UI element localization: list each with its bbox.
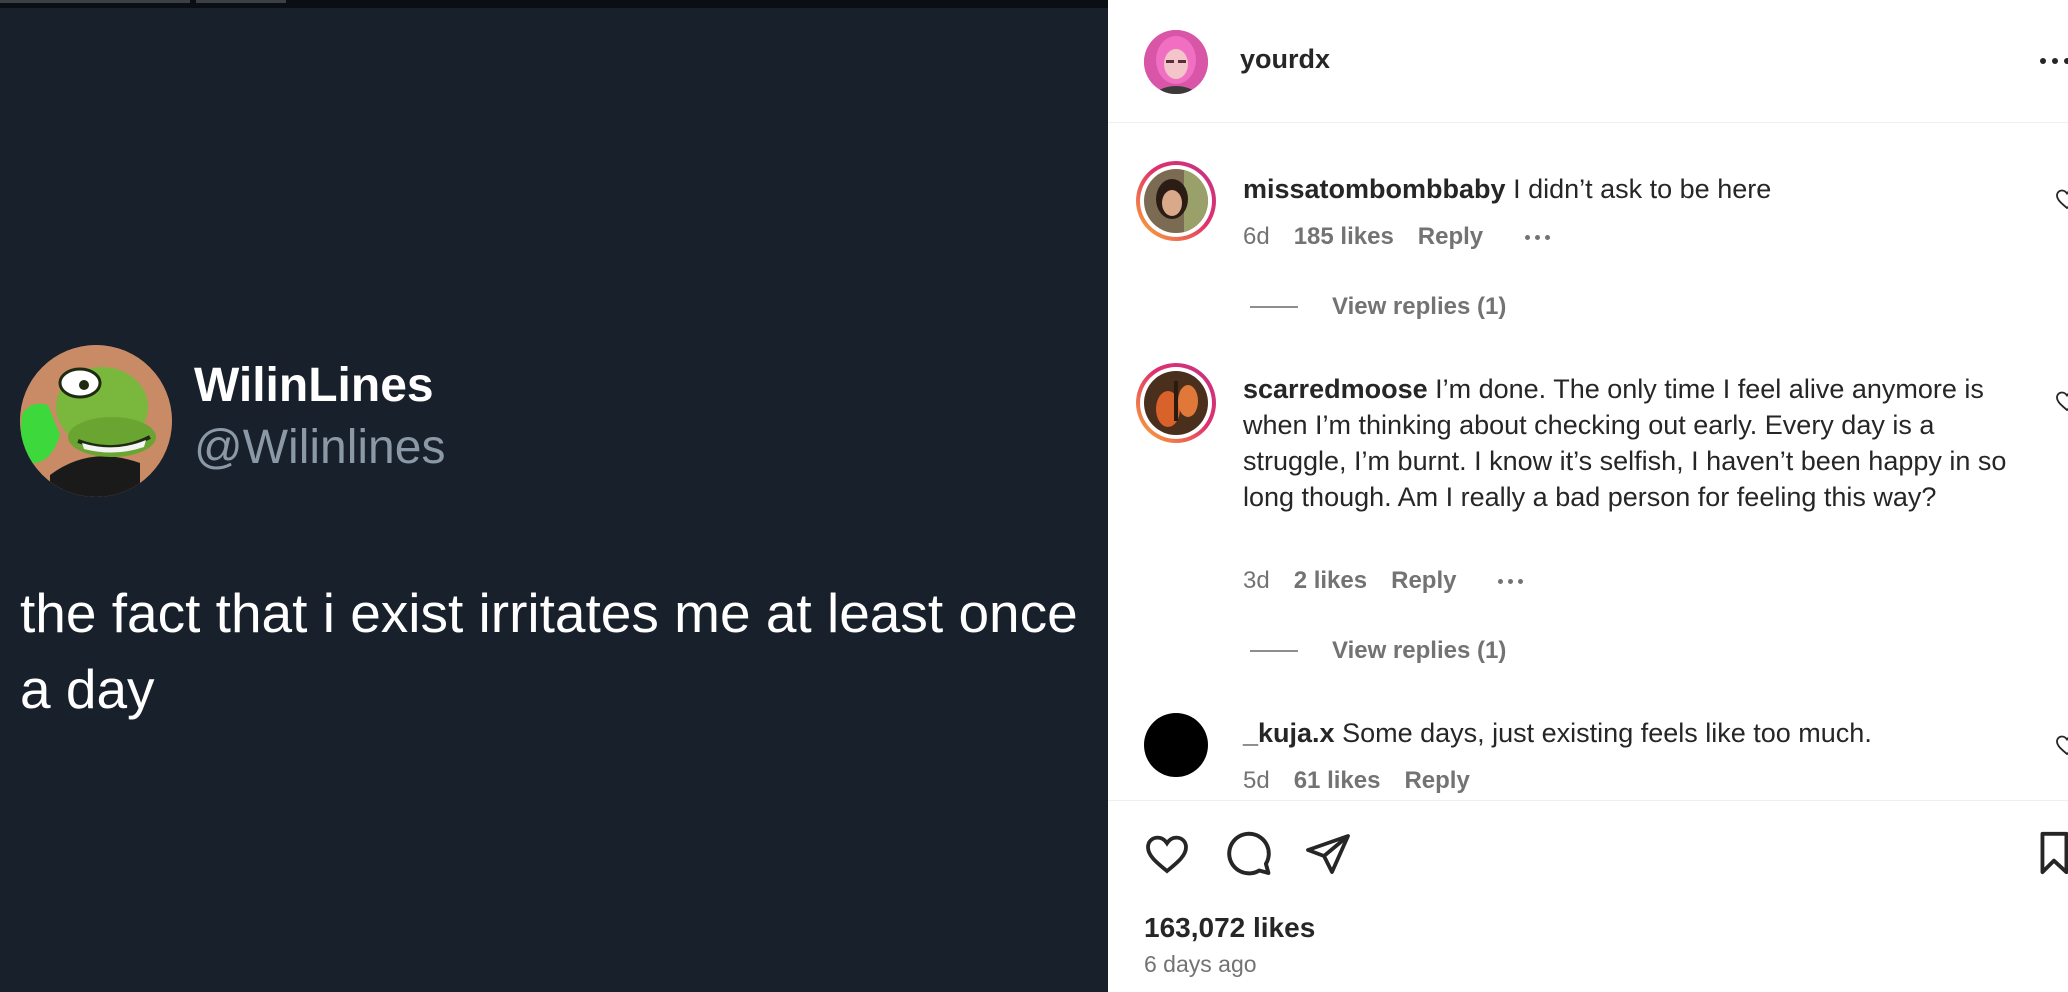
comment-age: 5d (1243, 767, 1270, 794)
comment-avatar-2[interactable] (1136, 363, 1216, 443)
owner-username[interactable]: yourdx (1240, 44, 1330, 75)
post-side-panel: yourdx missatombombbaby I didn’t ask to … (1108, 0, 2068, 992)
comment-body: scarredmoose I’m done. The only time I f… (1243, 371, 2033, 515)
tweet-display-name: WilinLines (194, 359, 434, 412)
tweet-handle: @Wilinlines (194, 421, 446, 474)
comment-age: 6d (1243, 223, 1270, 250)
comment-likes[interactable]: 61 likes (1294, 767, 1381, 795)
comment-avatar-3[interactable] (1144, 713, 1208, 777)
comment-options-icon[interactable] (1498, 578, 1524, 584)
owner-avatar[interactable] (1144, 30, 1208, 94)
comment-like-icon[interactable] (2055, 733, 2068, 757)
view-replies-button[interactable]: View replies (1) (1250, 293, 1506, 321)
app-root: WilinLines @Wilinlines the fact that i e… (0, 0, 2068, 992)
heart-icon[interactable] (1142, 830, 1192, 878)
post-date: 6 days ago (1144, 951, 1257, 977)
post-header: yourdx (1108, 0, 2068, 123)
comment-body: _kuja.x Some days, just existing feels l… (1243, 715, 2033, 751)
comment-age: 3d (1243, 567, 1270, 594)
comment-likes[interactable]: 185 likes (1294, 223, 1394, 251)
post-image[interactable]: WilinLines @Wilinlines the fact that i e… (0, 0, 1108, 992)
tweet-text: the fact that i exist irritates me at le… (20, 582, 1078, 720)
image-top-strip (0, 0, 1108, 8)
comment-like-icon[interactable] (2055, 187, 2068, 211)
comment-meta: 5d 61 likes Reply (1243, 767, 1470, 795)
comment-username[interactable]: missatombombbaby (1243, 174, 1506, 204)
paper-plane-icon[interactable] (1304, 830, 1352, 878)
reply-button[interactable]: Reply (1418, 223, 1483, 251)
comment-options-icon[interactable] (1525, 234, 1551, 240)
view-replies-button[interactable]: View replies (1) (1250, 637, 1506, 665)
comment-username[interactable]: _kuja.x (1243, 718, 1335, 748)
comment-text: I didn’t ask to be here (1513, 174, 1772, 204)
comment-meta: 3d 2 likes Reply (1243, 567, 1524, 595)
post-likes-count[interactable]: 163,072 likes (1144, 912, 1315, 944)
comment-bubble-icon[interactable] (1223, 828, 1273, 878)
comment-body: missatombombbaby I didn’t ask to be here (1243, 171, 2033, 207)
comment-text: Some days, just existing feels like too … (1342, 718, 1872, 748)
comment-list[interactable]: missatombombbaby I didn’t ask to be here… (1108, 123, 2068, 799)
comment-avatar-1[interactable] (1136, 161, 1216, 241)
comment-username[interactable]: scarredmoose (1243, 374, 1428, 404)
more-dots-icon[interactable] (2040, 58, 2068, 64)
comment-meta: 6d 185 likes Reply (1243, 223, 1551, 251)
tweet-author-avatar (20, 345, 172, 497)
reply-button[interactable]: Reply (1391, 567, 1456, 595)
comment-like-icon[interactable] (2055, 389, 2068, 413)
reply-button[interactable]: Reply (1404, 767, 1469, 795)
bookmark-icon[interactable] (2038, 830, 2068, 876)
comment-likes[interactable]: 2 likes (1294, 567, 1367, 595)
